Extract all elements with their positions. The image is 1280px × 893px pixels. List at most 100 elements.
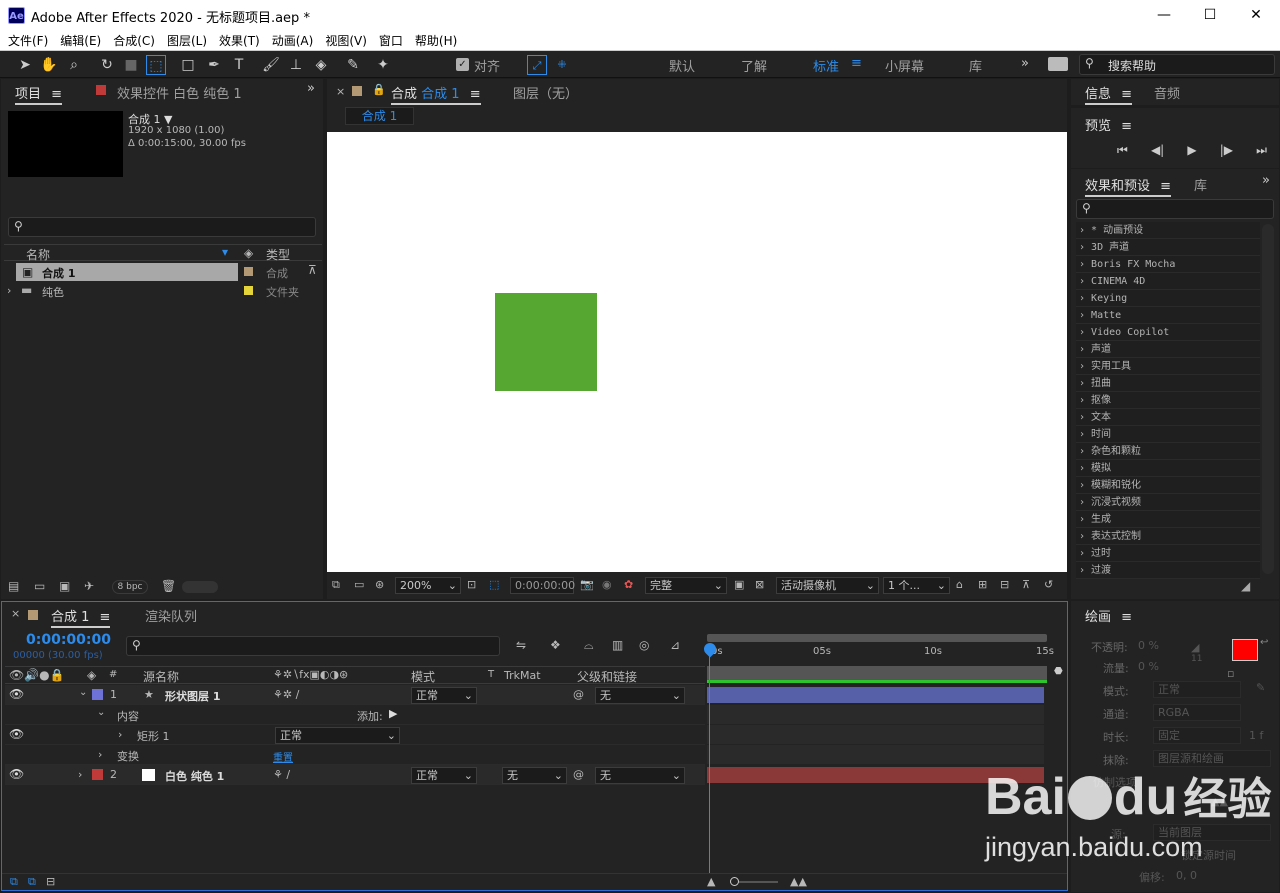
last-frame-button[interactable]: ⏭ xyxy=(1256,143,1267,158)
interpret-footage-icon[interactable]: ▤ xyxy=(8,579,19,593)
expand-chevron-icon[interactable]: › xyxy=(1079,242,1091,253)
menu-item-8[interactable]: 帮助(H) xyxy=(409,31,463,51)
eraser-tool-icon[interactable]: ◈ xyxy=(311,55,331,75)
add-button-icon[interactable]: ▶ xyxy=(389,707,397,720)
timecode-field[interactable]: 0:00:00:00 xyxy=(510,577,575,594)
minimize-button[interactable]: — xyxy=(1141,0,1187,31)
panel-overflow-icon[interactable]: » xyxy=(1262,173,1270,188)
effect-category-item[interactable]: › 沉浸式视频 xyxy=(1076,494,1260,511)
expand-chevron-icon[interactable]: › xyxy=(1079,548,1091,559)
draft-3d-icon[interactable]: ❖ xyxy=(550,638,561,652)
trkmat-dropdown[interactable]: 无 ⌄ xyxy=(502,767,567,784)
help-search-input[interactable]: ⚲ 搜索帮助 xyxy=(1079,54,1275,75)
text-tool-icon[interactable]: T xyxy=(229,55,249,75)
rectangle-group-label[interactable]: 矩形 1 xyxy=(137,728,170,744)
workspace-standard[interactable]: 标准 xyxy=(813,56,839,75)
expand-chevron-icon[interactable]: › xyxy=(1079,395,1091,406)
parent-dropdown[interactable]: 无 ⌄ xyxy=(595,687,685,704)
in-out-icon[interactable]: ⊟ xyxy=(46,875,55,888)
camera-dropdown[interactable]: 活动摄像机 ⌄ xyxy=(776,577,879,594)
effects-scrollbar[interactable] xyxy=(1262,224,1274,574)
group-blend-dropdown[interactable]: 正常 ⌄ xyxy=(275,727,400,744)
lock-icon[interactable]: 🔒 xyxy=(372,83,386,96)
effect-category-item[interactable]: › CINEMA 4D xyxy=(1076,273,1260,290)
snap-checkbox[interactable]: ✓ xyxy=(456,58,469,71)
puppet-tool-icon[interactable]: ✦ xyxy=(373,55,393,75)
channel-dropdown[interactable]: RGBA xyxy=(1153,704,1241,721)
layer-label-color[interactable] xyxy=(92,689,103,700)
default-colors-icon[interactable]: ▫ xyxy=(1227,667,1234,680)
blend-mode-dropdown[interactable]: 正常 ⌄ xyxy=(411,767,477,784)
eyedropper-icon[interactable]: ✎ xyxy=(1256,681,1265,694)
effect-category-item[interactable]: › 模糊和锐化 xyxy=(1076,477,1260,494)
duration-dropdown[interactable]: 固定 xyxy=(1153,727,1241,744)
shy-switch-icon[interactable]: ⚘ ∕ xyxy=(273,768,290,781)
effect-category-item[interactable]: › 文本 xyxy=(1076,409,1260,426)
layer-name[interactable]: 白色 纯色 1 xyxy=(165,768,224,784)
workspace-menu-icon[interactable]: ≡ xyxy=(851,56,862,71)
expand-chevron-icon[interactable]: › xyxy=(7,284,11,297)
more-workspaces-icon[interactable]: » xyxy=(1021,56,1029,71)
maximize-button[interactable]: ☐ xyxy=(1187,0,1233,31)
close-button[interactable]: ✕ xyxy=(1233,0,1279,31)
delete-icon[interactable]: 🗑 xyxy=(161,579,176,593)
always-preview-icon[interactable]: ⧉ xyxy=(332,578,340,592)
frame-blending-icon[interactable]: ▥ xyxy=(612,638,623,652)
effect-category-item[interactable]: › * 动画预设 xyxy=(1076,222,1260,239)
paint-mode-dropdown[interactable]: 正常 xyxy=(1153,681,1241,698)
transparency-grid-icon[interactable]: ⊠ xyxy=(755,578,764,591)
effect-category-item[interactable]: › Matte xyxy=(1076,307,1260,324)
timeline-search-input[interactable]: ⚲ xyxy=(126,636,500,656)
flow-value[interactable]: 0 % xyxy=(1138,660,1159,673)
tab-project[interactable]: 项目 ≡ xyxy=(15,83,63,105)
expand-chevron-icon[interactable]: › xyxy=(1079,361,1091,372)
workspace-library[interactable]: 库 xyxy=(969,56,982,75)
reset-link[interactable]: 重置 xyxy=(273,749,293,764)
expand-chevron-icon[interactable]: › xyxy=(1079,344,1091,355)
effects-search-input[interactable]: ⚲ xyxy=(1076,199,1274,219)
reset-exposure-icon[interactable]: ↺ xyxy=(1044,578,1053,591)
timeline-timecode[interactable]: 0:00:00:00 xyxy=(26,632,111,648)
expand-chevron-icon[interactable]: › xyxy=(1079,327,1091,338)
collapse-chevron-icon[interactable]: ⌄ xyxy=(79,687,87,698)
workspace-small-screen[interactable]: 小屏幕 xyxy=(885,56,924,75)
expand-chevron-icon[interactable]: › xyxy=(1079,514,1091,525)
rotate-tool-icon[interactable]: ↻ xyxy=(97,55,117,75)
expand-chevron-icon[interactable]: › xyxy=(1079,259,1091,270)
column-mode[interactable]: 模式 xyxy=(411,668,435,685)
expand-chevron-icon[interactable]: › xyxy=(1079,463,1091,474)
expand-chevron-icon[interactable]: › xyxy=(1079,429,1091,440)
layer-duration-bar-shape[interactable] xyxy=(707,687,1044,703)
expand-chevron-icon[interactable]: › xyxy=(1079,293,1091,304)
flowchart-icon[interactable]: ⊼ xyxy=(1022,578,1030,591)
comp-breadcrumb[interactable]: 合成 1 xyxy=(345,107,414,125)
menu-item-3[interactable]: 图层(L) xyxy=(161,31,213,51)
visibility-eye-icon[interactable]: 👁 xyxy=(9,727,24,741)
tab-audio[interactable]: 音频 xyxy=(1154,83,1180,102)
effect-category-item[interactable]: › Video Copilot xyxy=(1076,324,1260,341)
label-color-swatch[interactable] xyxy=(244,267,253,276)
visibility-eye-icon[interactable]: 👁 xyxy=(9,767,24,781)
bit-depth-button[interactable]: 8 bpc xyxy=(112,580,148,594)
pan-behind-tool-icon[interactable]: ⬚ xyxy=(146,55,166,75)
workspace-learn[interactable]: 了解 xyxy=(741,56,767,75)
column-source-name[interactable]: 源名称 xyxy=(143,668,179,685)
effect-category-item[interactable]: › 抠像 xyxy=(1076,392,1260,409)
label-column-icon[interactable]: ◈ xyxy=(244,246,253,260)
zoom-tool-icon[interactable]: ⌕ xyxy=(64,55,84,75)
menu-item-4[interactable]: 效果(T) xyxy=(213,31,266,51)
column-trkmat[interactable]: TrkMat xyxy=(504,669,541,682)
brush-tool-icon[interactable]: 🖌 xyxy=(261,55,281,75)
effect-category-item[interactable]: › 模拟 xyxy=(1076,460,1260,477)
offset-value[interactable]: 0, 0 xyxy=(1176,869,1197,882)
effect-category-item[interactable]: › 生成 xyxy=(1076,511,1260,528)
layer-name[interactable]: 形状图层 1 xyxy=(165,688,220,704)
work-area-bar[interactable] xyxy=(707,634,1047,642)
workspace-default[interactable]: 默认 xyxy=(669,56,695,75)
menu-item-1[interactable]: 编辑(E) xyxy=(54,31,107,51)
pickwhip-icon[interactable]: @ xyxy=(573,688,584,701)
panel-overflow-icon[interactable]: » xyxy=(307,81,315,96)
new-preset-icon[interactable]: ◢ xyxy=(1241,579,1250,593)
blend-mode-dropdown[interactable]: 正常 ⌄ xyxy=(411,687,477,704)
roto-brush-tool-icon[interactable]: ✎ xyxy=(343,55,363,75)
